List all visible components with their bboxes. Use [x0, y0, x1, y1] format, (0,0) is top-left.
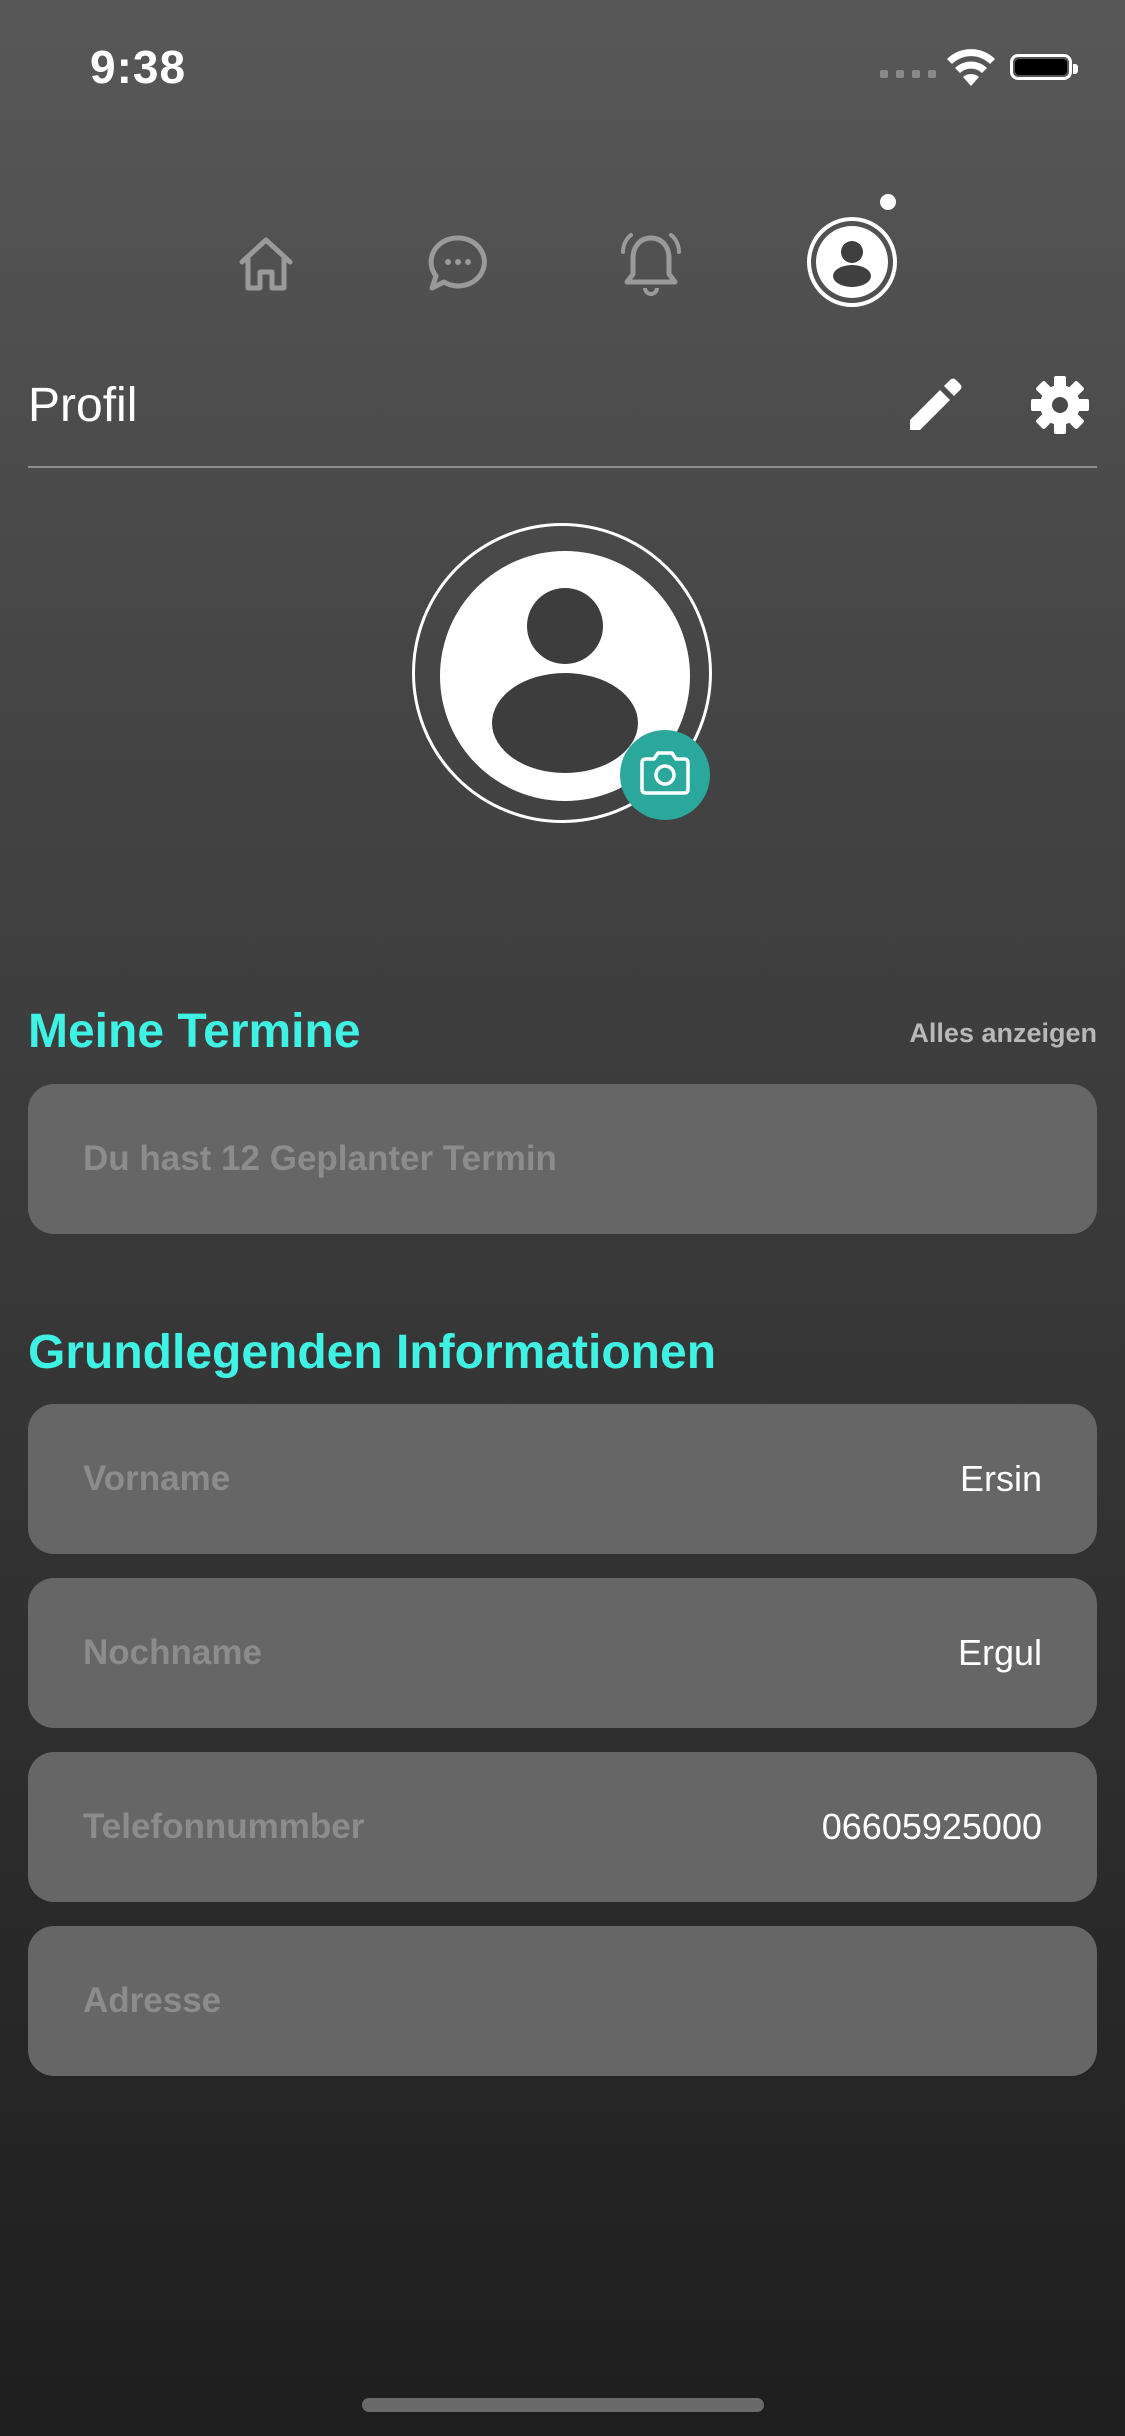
bell-icon: [617, 230, 685, 303]
camera-icon: [638, 750, 692, 800]
wifi-icon: [945, 48, 997, 93]
page-title: Profil: [28, 379, 138, 432]
field-label: Nochname: [83, 1633, 262, 1672]
nav-chat-button[interactable]: [418, 226, 498, 306]
edit-button[interactable]: [900, 372, 970, 442]
field-label: Vorname: [83, 1459, 231, 1498]
chat-icon: [426, 232, 490, 301]
battery-icon: [1010, 54, 1078, 80]
change-photo-button[interactable]: [620, 730, 710, 820]
last-name-field[interactable]: Nochname Ergul: [28, 1578, 1097, 1728]
basic-info-title: Grundlegenden Informationen: [28, 1326, 717, 1379]
address-field[interactable]: Adresse: [28, 1926, 1097, 2076]
cellular-signal-icon: [880, 70, 936, 78]
appointments-card[interactable]: Du hast 12 Geplanter Termin: [28, 1084, 1097, 1234]
show-all-link[interactable]: Alles anzeigen: [909, 1018, 1097, 1049]
profile-icon: [806, 216, 898, 313]
field-value: Ergul: [957, 1632, 1042, 1673]
status-time: 9:38: [90, 41, 187, 93]
pencil-icon: [904, 374, 966, 441]
nav-notifications-button[interactable]: [611, 226, 691, 306]
field-label: Telefonnummber: [83, 1807, 365, 1846]
home-indicator[interactable]: [362, 2398, 764, 2412]
appointments-title: Meine Termine: [28, 1005, 361, 1058]
notification-dot: [880, 194, 896, 210]
gear-icon: [1029, 374, 1091, 441]
field-label: Adresse: [83, 1981, 222, 2020]
home-icon: [234, 232, 298, 301]
field-value: Ersin: [959, 1458, 1042, 1499]
header-divider: [28, 466, 1097, 468]
appointments-summary: Du hast 12 Geplanter Termin: [83, 1139, 557, 1178]
settings-button[interactable]: [1025, 372, 1095, 442]
field-value: 06605925000: [821, 1806, 1042, 1847]
first-name-field[interactable]: Vorname Ersin: [28, 1404, 1097, 1554]
phone-field[interactable]: Telefonnummber 06605925000: [28, 1752, 1097, 1902]
nav-home-button[interactable]: [226, 226, 306, 306]
nav-profile-button[interactable]: [804, 216, 900, 312]
